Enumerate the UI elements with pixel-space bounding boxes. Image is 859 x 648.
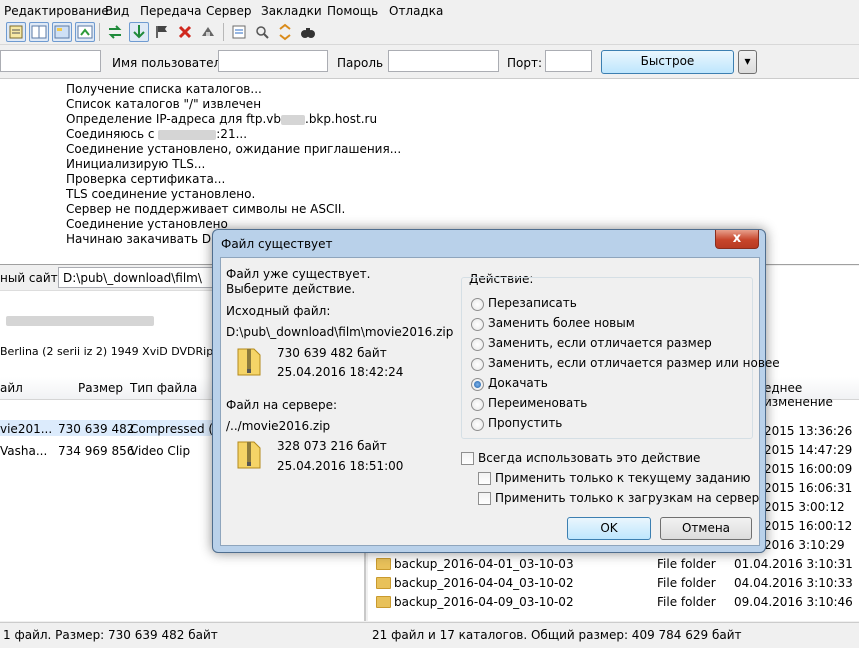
- port-input[interactable]: [545, 50, 592, 72]
- log-line: Соединение установлено, ожидание приглаш…: [66, 142, 402, 156]
- source-date: 25.04.2016 18:42:24: [277, 365, 404, 379]
- radio-overwrite[interactable]: [471, 298, 484, 311]
- port-label: Порт:: [507, 56, 543, 70]
- radio-label[interactable]: Заменить более новым: [488, 316, 635, 330]
- only-uploads-checkbox[interactable]: [478, 492, 491, 505]
- dialog-title: Файл существует: [221, 237, 333, 251]
- server-date: 25.04.2016 18:51:00: [277, 459, 404, 473]
- log-line: Список каталогов "/" извлечен: [66, 97, 262, 111]
- disconnect-icon[interactable]: [153, 23, 171, 41]
- table-row[interactable]: backup_2016-04-01_03-10-03 File folder 0…: [368, 555, 859, 573]
- quickconnect-button[interactable]: Быстрое соединение: [601, 50, 734, 89]
- radio-overwrite-newer[interactable]: [471, 318, 484, 331]
- zip-file-icon: [236, 438, 262, 470]
- password-input[interactable]: [388, 50, 499, 72]
- menu-transfer[interactable]: Передача: [140, 4, 202, 18]
- always-use-checkbox[interactable]: [461, 452, 474, 465]
- always-use-label[interactable]: Всегда использовать это действие: [478, 451, 700, 465]
- server-size: 328 073 216 байт: [277, 439, 387, 453]
- menu-view[interactable]: Вид: [105, 4, 129, 18]
- radio-overwrite-size[interactable]: [471, 338, 484, 351]
- log-line: Соединение установлено: [66, 217, 228, 231]
- sync-browse-icon[interactable]: [276, 23, 294, 41]
- remote-status: 21 файл и 17 каталогов. Общий размер: 40…: [372, 628, 742, 642]
- log-line: TLS соединение установлено.: [66, 187, 256, 201]
- radio-label[interactable]: Перезаписать: [488, 296, 577, 310]
- zip-file-icon: [236, 345, 262, 377]
- remote-tree-icon[interactable]: [75, 22, 95, 42]
- log-line: Соединяюсь с :21...: [66, 127, 248, 141]
- menu-server[interactable]: Сервер: [206, 4, 251, 18]
- local-status: 1 файл. Размер: 730 639 482 байт: [3, 628, 218, 642]
- log-line: Получение списка каталогов...: [66, 82, 262, 96]
- dir-tree-icon[interactable]: [52, 22, 72, 42]
- dialog-body: Файл уже существует. Выберите действие. …: [220, 257, 780, 546]
- menu-edit[interactable]: Редактирование: [4, 4, 109, 18]
- log-line: Сервер не поддерживает символы не ASCII.: [66, 202, 346, 216]
- radio-resume[interactable]: [471, 378, 484, 391]
- source-size: 730 639 482 байт: [277, 346, 387, 360]
- refresh-icon[interactable]: [106, 23, 124, 41]
- only-current-checkbox[interactable]: [478, 472, 491, 485]
- site-manager-icon[interactable]: [6, 22, 26, 42]
- close-icon[interactable]: x: [715, 230, 759, 249]
- menu-bookmarks[interactable]: Закладки: [261, 4, 322, 18]
- quickconnect-dropdown[interactable]: ▾: [738, 50, 757, 74]
- col-type[interactable]: Тип файла: [130, 381, 197, 395]
- folder-icon: [376, 596, 391, 608]
- radio-label[interactable]: Пропустить: [488, 416, 562, 430]
- menu-bar: Редактирование Вид Передача Сервер Закла…: [0, 0, 859, 20]
- menu-help[interactable]: Помощь: [327, 4, 378, 18]
- radio-label[interactable]: Докачать: [488, 376, 548, 390]
- status-bar: 1 файл. Размер: 730 639 482 байт 21 файл…: [0, 622, 859, 648]
- filter-icon[interactable]: [230, 23, 248, 41]
- file-exists-dialog: Файл существует x Файл уже существует. В…: [212, 229, 780, 553]
- radio-label[interactable]: Заменить, если отличается размер или нов…: [488, 356, 780, 370]
- col-modified[interactable]: еднее изменение: [764, 381, 859, 409]
- table-row[interactable]: backup_2016-04-09_03-10-02 File folder 0…: [368, 593, 859, 611]
- folder-icon: [376, 577, 391, 589]
- source-path: D:\pub\_download\film\movie2016.zip: [226, 325, 454, 339]
- log-line: Определение IP-адреса для ftp.vb .bkp.hos…: [66, 112, 378, 126]
- toolbar-separator: [99, 23, 100, 41]
- radio-label[interactable]: Заменить, если отличается размер: [488, 336, 712, 350]
- cancel-button[interactable]: Отмена: [660, 517, 752, 540]
- host-input[interactable]: [0, 50, 101, 72]
- user-input[interactable]: [218, 50, 328, 72]
- password-label: Пароль: [337, 56, 384, 70]
- source-label: Исходный файл:: [226, 304, 331, 318]
- compare-icon[interactable]: [253, 23, 271, 41]
- tree-item[interactable]: Berlina (2 serii iz 2) 1949 XviD DVDRip …: [0, 345, 227, 358]
- log-line: Инициализирую TLS...: [66, 157, 206, 171]
- col-size[interactable]: Размер: [78, 381, 123, 395]
- log-line: Проверка сертификата...: [66, 172, 226, 186]
- radio-overwrite-size-newer[interactable]: [471, 358, 484, 371]
- only-current-label[interactable]: Применить только к текущему заданию: [495, 471, 750, 485]
- search-icon[interactable]: [299, 23, 317, 41]
- dialog-message: Выберите действие.: [226, 282, 356, 296]
- local-site-label: ный сайт:: [0, 271, 62, 285]
- reconnect-icon[interactable]: [199, 23, 217, 41]
- log-line: Начинаю закачивать D:\pu: [66, 232, 235, 246]
- ok-button[interactable]: OK: [567, 517, 651, 540]
- radio-rename[interactable]: [471, 398, 484, 411]
- log-toggle-icon[interactable]: [29, 22, 49, 42]
- server-label: Файл на сервере:: [226, 398, 338, 412]
- toolbar-separator: [223, 23, 224, 41]
- radio-skip[interactable]: [471, 418, 484, 431]
- table-row[interactable]: backup_2016-04-04_03-10-02 File folder 0…: [368, 574, 859, 592]
- user-label: Имя пользователя: [112, 56, 229, 70]
- quickconnect-bar: Имя пользователя Пароль Порт: Быстрое со…: [0, 45, 859, 89]
- toolbar: [0, 20, 859, 45]
- blurred-tree-item: [6, 316, 154, 326]
- col-filename[interactable]: айл: [0, 381, 23, 395]
- process-queue-icon[interactable]: [129, 22, 149, 42]
- cancel-icon[interactable]: [176, 23, 194, 41]
- dialog-message: Файл уже существует.: [226, 267, 371, 281]
- only-uploads-label[interactable]: Применить только к загрузкам на сервер: [495, 491, 759, 505]
- menu-debug[interactable]: Отладка: [389, 4, 443, 18]
- server-path: /../movie2016.zip: [226, 419, 331, 433]
- folder-icon: [376, 558, 391, 570]
- radio-label[interactable]: Переименовать: [488, 396, 587, 410]
